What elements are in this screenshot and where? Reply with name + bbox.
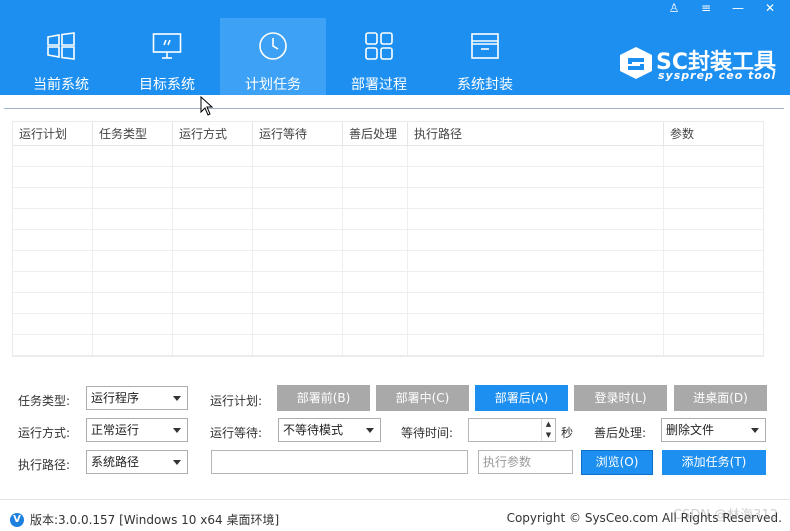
menu-icon[interactable]: ≡ xyxy=(690,0,722,16)
exec-params-placeholder: 执行参数 xyxy=(483,455,532,469)
tab-scheduled-tasks[interactable]: 计划任务 xyxy=(220,18,326,95)
run-wait-value: 不等待模式 xyxy=(283,423,344,437)
table-row xyxy=(13,188,763,209)
logo-icon xyxy=(620,47,652,79)
plan-desktop-button[interactable]: 进桌面(D) xyxy=(674,385,767,411)
after-process-label: 善后处理: xyxy=(594,426,647,440)
grid-icon xyxy=(363,30,395,62)
version-icon: V xyxy=(10,512,24,527)
window-controls: ♙ ≡ — ✕ xyxy=(658,0,786,16)
task-type-value: 运行程序 xyxy=(91,391,140,405)
chevron-down-icon xyxy=(173,428,181,433)
run-wait-select[interactable]: 不等待模式 xyxy=(278,418,381,442)
after-process-select[interactable]: 删除文件 xyxy=(661,418,766,442)
run-plan-label: 运行计划: xyxy=(210,394,263,408)
clock-icon xyxy=(257,30,289,62)
task-table[interactable]: 运行计划 任务类型 运行方式 运行等待 善后处理 执行路径 参数 xyxy=(12,121,764,357)
tab-label: 当前系统 xyxy=(33,77,89,93)
chevron-down-icon xyxy=(173,396,181,401)
version-text: 版本:3.0.0.157 [Windows 10 x64 桌面环境] xyxy=(30,513,280,527)
browse-button[interactable]: 浏览(O) xyxy=(581,450,653,475)
tab-deploy-process[interactable]: 部署过程 xyxy=(326,18,432,95)
table-body xyxy=(13,146,763,356)
task-type-label: 任务类型: xyxy=(18,394,71,408)
windows-icon xyxy=(45,30,77,62)
exec-path-select[interactable]: 系统路径 xyxy=(86,450,188,474)
tab-current-system[interactable]: 当前系统 xyxy=(8,18,114,95)
column-header[interactable]: 任务类型 xyxy=(93,122,173,146)
plan-after-deploy-button[interactable]: 部署后(A) xyxy=(475,385,568,411)
app-header: ♙ ≡ — ✕ 当前系统 目标系统 计划任务 部署过程 系统封装 SC封装工具 … xyxy=(0,0,790,95)
chevron-down-icon xyxy=(751,428,759,433)
package-icon xyxy=(469,30,501,62)
close-icon[interactable]: ✕ xyxy=(754,0,786,16)
table-row xyxy=(13,272,763,293)
stepper-buttons[interactable]: ▲ ▼ xyxy=(541,419,555,441)
run-mode-select[interactable]: 正常运行 xyxy=(86,418,188,442)
exec-params-input[interactable]: 执行参数 xyxy=(478,450,573,474)
footer-divider xyxy=(0,499,790,500)
main-nav: 当前系统 目标系统 计划任务 部署过程 系统封装 xyxy=(8,18,538,95)
tab-label: 计划任务 xyxy=(245,77,301,93)
table-row xyxy=(13,314,763,335)
column-header[interactable]: 善后处理 xyxy=(343,122,408,146)
tab-system-package[interactable]: 系统封装 xyxy=(432,18,538,95)
tab-label: 系统封装 xyxy=(457,77,513,93)
exec-path-input[interactable] xyxy=(211,450,468,474)
minimize-icon[interactable]: — xyxy=(722,0,754,16)
wait-time-label: 等待时间: xyxy=(401,426,454,440)
column-header[interactable]: 执行路径 xyxy=(408,122,664,146)
column-header[interactable]: 参数 xyxy=(664,122,763,146)
column-header[interactable]: 运行等待 xyxy=(253,122,343,146)
table-row xyxy=(13,251,763,272)
table-row xyxy=(13,293,763,314)
chevron-down-icon xyxy=(173,460,181,465)
table-row xyxy=(13,209,763,230)
run-wait-label: 运行等待: xyxy=(210,426,263,440)
tab-label: 目标系统 xyxy=(139,77,195,93)
table-row xyxy=(13,335,763,356)
app-logo: SC封装工具 sysprep ceo tool xyxy=(618,44,786,84)
table-row xyxy=(13,230,763,251)
version-info: V 版本:3.0.0.157 [Windows 10 x64 桌面环境] xyxy=(10,511,279,528)
table-row xyxy=(13,146,763,167)
user-icon[interactable]: ♙ xyxy=(658,0,690,16)
monitor-icon xyxy=(151,30,183,62)
task-type-select[interactable]: 运行程序 xyxy=(86,386,188,410)
plan-during-deploy-button[interactable]: 部署中(C) xyxy=(376,385,469,411)
run-mode-label: 运行方式: xyxy=(18,426,71,440)
exec-path-label: 执行路径: xyxy=(18,458,71,472)
mouse-cursor-icon xyxy=(200,96,214,116)
after-process-value: 删除文件 xyxy=(666,423,715,437)
divider xyxy=(4,108,784,109)
stepper-up-icon[interactable]: ▲ xyxy=(542,419,555,430)
wait-time-unit: 秒 xyxy=(561,426,574,440)
table-header: 运行计划 任务类型 运行方式 运行等待 善后处理 执行路径 参数 xyxy=(13,122,763,146)
column-header[interactable]: 运行计划 xyxy=(13,122,93,146)
run-mode-value: 正常运行 xyxy=(91,423,140,437)
plan-before-deploy-button[interactable]: 部署前(B) xyxy=(277,385,370,411)
tab-target-system[interactable]: 目标系统 xyxy=(114,18,220,95)
wait-time-stepper[interactable]: ▲ ▼ xyxy=(468,418,556,442)
column-header[interactable]: 运行方式 xyxy=(173,122,253,146)
watermark: CSDN @林海312 xyxy=(672,508,778,523)
chevron-down-icon xyxy=(366,428,374,433)
add-task-button[interactable]: 添加任务(T) xyxy=(662,450,766,475)
tab-label: 部署过程 xyxy=(351,77,407,93)
exec-path-value: 系统路径 xyxy=(91,455,140,469)
stepper-down-icon[interactable]: ▼ xyxy=(542,430,555,441)
table-row xyxy=(13,167,763,188)
plan-login-button[interactable]: 登录时(L) xyxy=(574,385,667,411)
logo-subtitle: sysprep ceo tool xyxy=(658,69,777,82)
